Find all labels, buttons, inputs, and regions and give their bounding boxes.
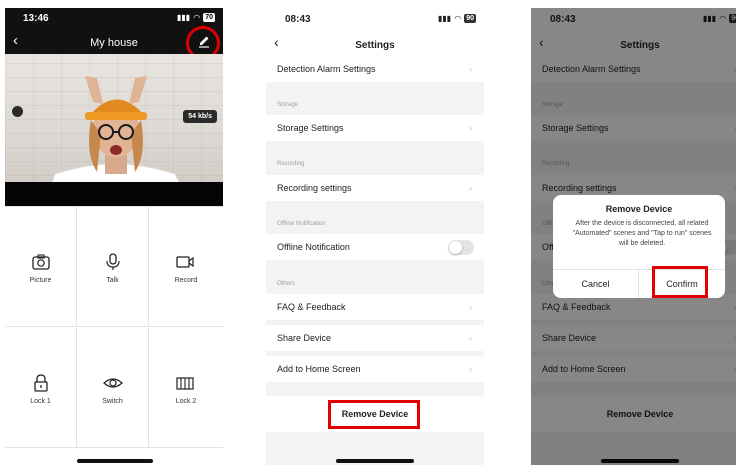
chevron-right-icon: › xyxy=(469,64,472,74)
share-device-row[interactable]: Share Device › xyxy=(266,325,484,351)
wifi-icon: ◠ xyxy=(193,13,201,22)
lock2-button[interactable]: Lock 2 xyxy=(149,328,223,448)
chevron-right-icon: › xyxy=(469,183,472,193)
signal-icon: ▮▮▮ xyxy=(177,13,191,22)
offline-notification-label: Offline Notification xyxy=(277,242,350,252)
chevron-right-icon: › xyxy=(469,333,472,343)
signal-icon: ▮▮▮ xyxy=(438,14,452,23)
home-indicator xyxy=(336,459,414,463)
chevron-right-icon: › xyxy=(469,302,472,312)
chevron-right-icon: › xyxy=(469,123,472,133)
status-time: 13:46 xyxy=(23,13,49,24)
offline-notification-toggle[interactable] xyxy=(448,240,474,255)
control-grid: Picture Talk Record Lock 1 Switch Lock 2 xyxy=(5,206,223,465)
status-bar: 13:46 ▮▮▮ ◠ 70 xyxy=(5,8,223,28)
confirm-highlight xyxy=(652,266,708,298)
cancel-button[interactable]: Cancel xyxy=(553,270,639,298)
add-home-screen-row[interactable]: Add to Home Screen › xyxy=(266,356,484,382)
offline-section-header: Offline Notification xyxy=(277,221,326,227)
recording-section-header: Recording xyxy=(277,161,305,167)
home-indicator xyxy=(77,459,153,463)
bitrate-badge: 54 kb/s xyxy=(183,110,217,123)
lock-icon xyxy=(34,374,48,392)
eye-icon xyxy=(103,378,123,388)
video-bottom-strip xyxy=(5,182,223,206)
dialog-title: Remove Device xyxy=(605,204,673,214)
picture-label: Picture xyxy=(29,277,52,284)
offline-notification-row: Offline Notification xyxy=(266,234,484,260)
switch-button[interactable]: Switch xyxy=(77,328,149,448)
record-button[interactable]: Record xyxy=(149,207,223,327)
gate-icon xyxy=(176,377,194,390)
battery-icon: 70 xyxy=(203,13,215,22)
status-icons: ▮▮▮ ◠ 70 xyxy=(177,13,215,22)
chevron-right-icon: › xyxy=(469,364,472,374)
lock2-label: Lock 2 xyxy=(175,398,197,405)
camera-icon xyxy=(32,254,50,270)
settings-screen: 08:43 ▮▮▮ ◠ 90 ‹ Settings Detection Alar… xyxy=(266,8,484,465)
talk-label: Talk xyxy=(106,277,119,284)
storage-settings-label: Storage Settings xyxy=(277,123,344,133)
faq-feedback-label: FAQ & Feedback xyxy=(277,302,346,312)
share-device-label: Share Device xyxy=(277,333,332,343)
camera-screen: 13:46 ▮▮▮ ◠ 70 ‹ My house 54 kb/s Pictur… xyxy=(5,8,223,465)
talk-button[interactable]: Talk xyxy=(77,207,149,327)
lock1-button[interactable]: Lock 1 xyxy=(5,328,77,448)
remove-device-highlight xyxy=(328,400,420,429)
detection-alarm-label: Detection Alarm Settings xyxy=(277,64,376,74)
storage-settings-row[interactable]: Storage Settings › xyxy=(266,115,484,141)
settings-dialog-screen: 08:43 ▮▮▮ ◠ 90 ‹ Settings Detection Alar… xyxy=(531,8,736,465)
faq-feedback-row[interactable]: FAQ & Feedback › xyxy=(266,294,484,320)
microphone-icon xyxy=(106,253,120,270)
dialog-message: After the device is disconnected, all re… xyxy=(572,220,712,247)
status-icons: ▮▮▮ ◠ 90 xyxy=(438,14,476,23)
lock-status-icon xyxy=(12,106,23,117)
battery-icon: 90 xyxy=(464,14,476,23)
add-home-screen-label: Add to Home Screen xyxy=(277,364,361,374)
wifi-icon: ◠ xyxy=(454,14,462,23)
status-time: 08:43 xyxy=(285,14,311,25)
status-bar: 08:43 ▮▮▮ ◠ 90 xyxy=(266,8,484,30)
switch-label: Switch xyxy=(102,398,123,405)
lock1-label: Lock 1 xyxy=(30,398,51,405)
storage-section-header: Storage xyxy=(277,102,299,108)
nav-bar: ‹ Settings xyxy=(266,30,484,56)
page-title: Settings xyxy=(355,40,395,51)
recording-settings-row[interactable]: Recording settings › xyxy=(266,175,484,201)
picture-button[interactable]: Picture xyxy=(5,207,77,327)
record-label: Record xyxy=(174,277,198,284)
others-section-header: Others xyxy=(277,281,296,287)
detection-alarm-row[interactable]: Detection Alarm Settings › xyxy=(266,56,484,82)
video-record-icon xyxy=(176,256,194,268)
recording-settings-label: Recording settings xyxy=(277,183,352,193)
